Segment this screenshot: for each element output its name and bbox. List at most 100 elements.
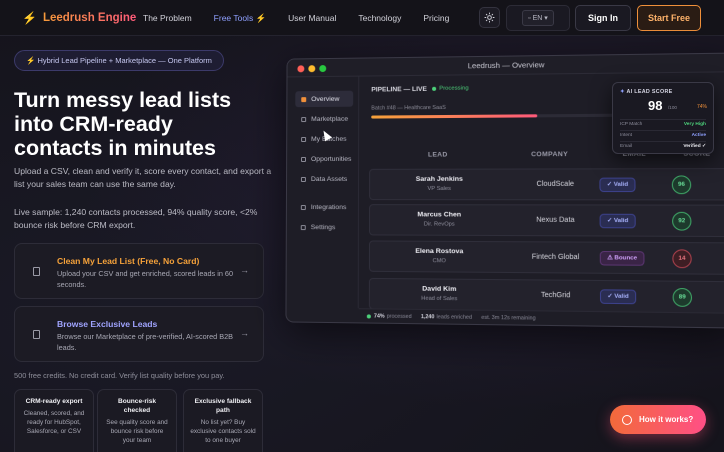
lead-company: Fintech Global [531,253,580,262]
feature-title: Bounce-risk checked [117,398,157,414]
top-nav: ⚡ Leedrush Engine The Problem Free Tools… [0,0,724,36]
sidebar-item-label: Data Assets [310,175,348,183]
database-icon [300,176,306,182]
sidebar-item-label: Opportunities [310,155,352,163]
score-row: ICP Match Very High [620,119,706,128]
card-title: Browse Exclusive Leads [57,319,158,329]
batch-label: Batch #48 — Healthcare SaaS [371,104,446,112]
logo[interactable]: ⚡ Leedrush Engine [22,11,136,25]
hero-description: Upload a CSV, clean and verify it, score… [14,166,272,189]
score-badge: 14 [672,249,692,269]
chat-bubble-icon [622,414,632,425]
progress-fill [371,114,537,119]
window-title: Leedrush — Overview [467,60,545,71]
nav-link-user-manual[interactable]: User Manual [288,13,336,24]
sidebar-item-label: Overview [311,95,340,103]
logo-text: Leedrush Engine [42,12,137,24]
score-row-value: Very High [683,122,706,127]
feature-description: See quality score and bounce risk before… [106,419,168,444]
email-status-badge: ✓ Valid [599,213,636,229]
hero-headline-line: contacts in minutes [14,136,216,160]
globe-icon: ▫ [528,15,531,22]
grid-icon [301,96,307,102]
free-credits-note: 500 free credits. No credit card. Verify… [14,371,225,380]
email-status-badge: ✓ Valid [599,177,636,193]
lead-company: CloudScale [536,180,575,188]
sidebar-item-label: Settings [310,223,336,231]
feature-description: No list yet? Buy exclusive contacts sold… [190,419,256,444]
column-header-lead: LEAD [427,151,448,159]
how-it-works-label: How it works? [639,415,694,424]
sparkle-icon: ✦ [620,89,625,95]
hero-headline: Turn messy lead lists into CRM-ready con… [14,88,294,160]
sidebar-item-integrations[interactable]: Integrations [295,199,353,215]
card-description: Upload your CSV and get enriched, scored… [57,269,234,289]
lead-name: Marcus Chen [417,211,462,219]
bolt-icon: ⚡ [22,11,37,25]
lead-role: CMO [432,258,446,265]
column-header-company: COMPANY [531,150,569,159]
clean-lead-list-card[interactable]: Clean My Lead List (Free, No Card) Uploa… [14,243,264,299]
how-it-works-button[interactable]: How it works? [610,405,706,434]
score-percent: 74% [696,104,707,110]
nav-link-technology[interactable]: Technology [358,13,401,24]
score-row-value: Active [691,133,706,138]
lead-role: Head of Sales [421,295,458,303]
batch-icon [301,136,307,142]
sidebar-item-overview[interactable]: Overview [295,90,354,108]
file-icon [33,267,40,276]
status-dot-icon [432,86,437,91]
sign-in-button[interactable]: Sign In [575,5,631,31]
score-badge: 92 [672,211,692,231]
score-row: Intent Active [620,130,706,139]
score-badge: 96 [671,175,692,195]
feature-card: Bounce-risk checked See quality score an… [97,389,177,452]
email-status-badge: ✓ Valid [599,289,637,305]
score-row-label: Intent [620,133,633,138]
language-select[interactable]: ▫ EN ▾ [522,10,554,26]
feature-description: Cleaned, scored, and ready for HubSpot, … [23,410,85,435]
email-status-badge: ⚠ Bounce [599,250,645,266]
theme-toggle-button[interactable] [479,7,500,28]
table-row[interactable]: Marcus Chen Dir. RevOps Nexus Data ✓ Valid 9… [368,204,724,238]
sidebar-item-marketplace[interactable]: Marketplace [295,111,353,127]
feature-card: CRM-ready export Cleaned, scored, and re… [14,389,94,452]
feature-card: Exclusive fallback path No list yet? Buy… [183,389,263,452]
language-selector[interactable]: ▫ EN ▾ [506,5,570,31]
nav-link-pricing[interactable]: Pricing [423,13,449,24]
lead-name: Sarah Jenkins [415,175,463,183]
start-free-button[interactable]: Start Free [637,5,701,31]
lead-role: VP Sales [427,185,451,193]
sidebar-item-label: Marketplace [311,115,349,123]
score-card-title: ✦ AI LEAD SCORE [620,89,673,95]
footer-processed-label: processed [386,313,412,320]
nav-link-free-tools[interactable]: Free Tools ⚡ [214,13,266,24]
table-row[interactable]: Elena Rostova CMO Fintech Global ⚠ Bounce 14 [368,240,724,275]
hero-live-sample: Live sample: 1,240 contacts processed, 9… [14,207,258,230]
lead-name: Elena Rostova [415,247,464,256]
plug-icon [300,204,306,210]
sidebar-item-data-assets[interactable]: Data Assets [295,171,353,187]
window-titlebar: Leedrush — Overview [287,53,724,78]
language-value: EN [532,15,543,22]
score-value: 98 [648,98,663,113]
pipeline-label: PIPELINE — LIVE [371,85,427,94]
browse-leads-card[interactable]: Browse Exclusive Leads Browse our Market… [14,306,264,362]
mock-sidebar: Overview Marketplace My Batches Opportun… [286,76,360,309]
score-row-label: Email [620,144,632,149]
feature-title: CRM-ready export [25,398,83,405]
sidebar-item-settings[interactable]: Settings [295,219,353,235]
score-badge: 89 [672,287,693,307]
sidebar-item-opportunities[interactable]: Opportunities [295,151,353,167]
table-row[interactable]: Sarah Jenkins VP Sales CloudScale ✓ Valid 96 [369,168,724,201]
batch-progress-bar [371,113,625,119]
footer-enriched-value: 1,240 [420,313,435,320]
status-dot-icon [366,313,371,318]
footer-processed: 74% processed [366,313,412,320]
score-card-title-text: AI LEAD SCORE [626,89,673,95]
nav-link-the-problem[interactable]: The Problem [143,13,192,24]
hero-headline-line: into CRM-ready [14,112,173,136]
store-icon [301,116,307,122]
feature-title: Exclusive fallback path [194,398,252,414]
ai-lead-score-card: ✦ AI LEAD SCORE 98 /100 74% ICP Match Ver… [612,82,714,154]
